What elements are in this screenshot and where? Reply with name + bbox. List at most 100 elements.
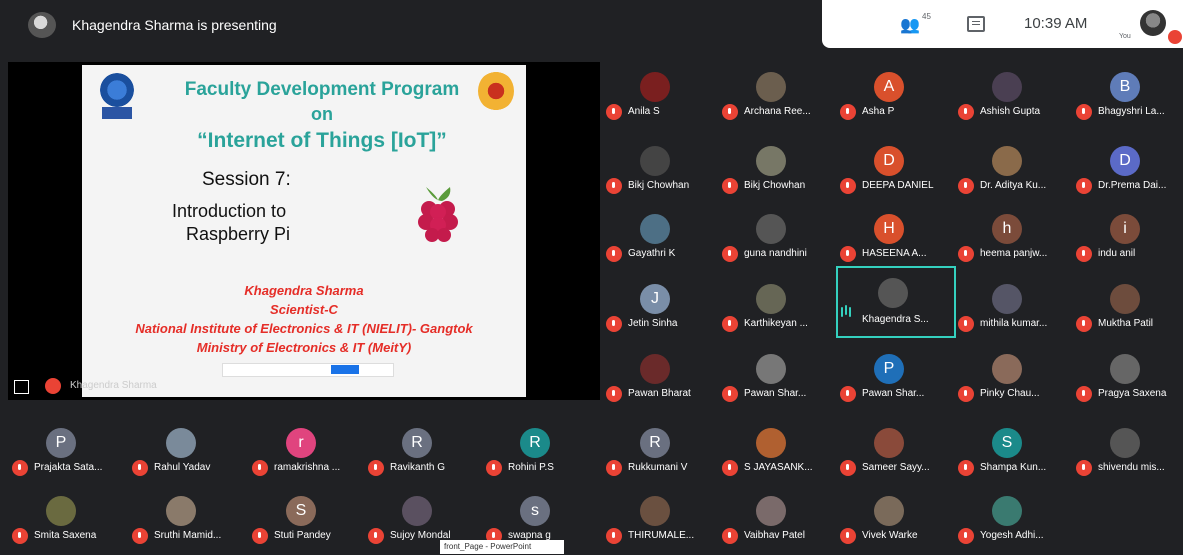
participant-tile[interactable]: Smita Saxena bbox=[10, 494, 120, 552]
participant-name: Anila S bbox=[628, 106, 660, 117]
participant-tile[interactable]: Anila S bbox=[604, 70, 714, 128]
mic-off-icon bbox=[722, 104, 738, 120]
mic-off-icon bbox=[840, 178, 856, 194]
participant-tile[interactable]: THIRUMALE... bbox=[604, 494, 714, 552]
slide-notification[interactable] bbox=[222, 363, 394, 377]
participant-name: Vaibhav Patel bbox=[744, 530, 805, 541]
participant-name: Sruthi Mamid... bbox=[154, 530, 222, 541]
participant-tile[interactable]: Rahul Yadav bbox=[130, 426, 240, 484]
present-icon[interactable] bbox=[14, 380, 29, 394]
participant-tile[interactable]: Khagendra S... bbox=[836, 266, 956, 338]
mic-off-icon bbox=[252, 460, 268, 476]
participant-tile[interactable]: S JAYASANK... bbox=[720, 426, 830, 484]
mic-off-icon bbox=[606, 460, 622, 476]
mic-off-icon bbox=[722, 178, 738, 194]
participant-tile[interactable]: J Jetin Sinha bbox=[604, 282, 714, 340]
mic-off-icon bbox=[722, 528, 738, 544]
mic-off-icon bbox=[958, 528, 974, 544]
participant-tile[interactable]: D DEEPA DANIEL bbox=[838, 144, 948, 202]
participant-name: Jetin Sinha bbox=[628, 318, 678, 329]
chat-icon[interactable] bbox=[967, 16, 985, 32]
participant-avatar bbox=[640, 72, 670, 102]
participant-tile[interactable]: shivendu mis... bbox=[1074, 426, 1183, 484]
participant-tile[interactable]: Karthikeyan ... bbox=[720, 282, 830, 340]
mic-off-icon bbox=[722, 316, 738, 332]
participant-tile[interactable]: R Ravikanth G bbox=[366, 426, 476, 484]
participant-tile[interactable]: R Rukkumani V bbox=[604, 426, 714, 484]
participant-tile[interactable]: Yogesh Adhi... bbox=[956, 494, 1066, 552]
participant-tile[interactable]: P Pawan Shar... bbox=[838, 352, 948, 410]
mic-off-icon bbox=[1076, 178, 1092, 194]
mic-off-icon bbox=[958, 460, 974, 476]
participant-tile[interactable]: H HASEENA A... bbox=[838, 212, 948, 270]
mic-off-icon bbox=[840, 246, 856, 262]
participant-avatar: H bbox=[874, 214, 904, 244]
participant-tile[interactable]: D Dr.Prema Dai... bbox=[1074, 144, 1183, 202]
participant-name: Vivek Warke bbox=[862, 530, 918, 541]
participant-tile[interactable]: P Prajakta Sata... bbox=[10, 426, 120, 484]
participant-avatar: P bbox=[874, 354, 904, 384]
mic-off-icon bbox=[606, 316, 622, 332]
participant-avatar: R bbox=[520, 428, 550, 458]
participant-avatar bbox=[640, 146, 670, 176]
participant-tile[interactable]: Gayathri K bbox=[604, 212, 714, 270]
participant-avatar bbox=[992, 496, 1022, 526]
participant-tile[interactable]: Pragya Saxena bbox=[1074, 352, 1183, 410]
taskbar-tag: front_Page - PowerPoint bbox=[440, 540, 564, 554]
participant-tile[interactable]: r ramakrishna ... bbox=[250, 426, 360, 484]
participant-name: Prajakta Sata... bbox=[34, 462, 103, 473]
participant-name: Gayathri K bbox=[628, 248, 676, 259]
participant-tile[interactable]: Archana Ree... bbox=[720, 70, 830, 128]
notification-button[interactable] bbox=[331, 365, 359, 374]
participant-tile[interactable]: Pawan Shar... bbox=[720, 352, 830, 410]
participant-avatar: B bbox=[1110, 72, 1140, 102]
mic-off-icon bbox=[958, 246, 974, 262]
meeting-controls: 👥 45 10:39 AM You bbox=[822, 0, 1183, 48]
participant-tile[interactable]: Muktha Patil bbox=[1074, 282, 1183, 340]
mic-off-icon bbox=[722, 386, 738, 402]
slide-title-line3: “Internet of Things [IoT]” bbox=[197, 129, 447, 152]
clock: 10:39 AM bbox=[1024, 15, 1088, 32]
participant-tile[interactable]: B Bhagyshri La... bbox=[1074, 70, 1183, 128]
participant-tile[interactable]: Bikj Chowhan bbox=[604, 144, 714, 202]
participant-tile[interactable]: Pawan Bharat bbox=[604, 352, 714, 410]
people-icon[interactable]: 👥 bbox=[900, 15, 922, 34]
participant-tile[interactable]: R Rohini P.S bbox=[484, 426, 594, 484]
participant-tile[interactable]: guna nandhini bbox=[720, 212, 830, 270]
mic-off-icon bbox=[606, 104, 622, 120]
participant-tile[interactable]: Vaibhav Patel bbox=[720, 494, 830, 552]
participant-tile[interactable]: A Asha P bbox=[838, 70, 948, 128]
participant-tile[interactable]: i indu anil bbox=[1074, 212, 1183, 270]
participant-name: Ashish Gupta bbox=[980, 106, 1041, 117]
participant-avatar bbox=[640, 214, 670, 244]
participant-tile[interactable]: h heema panjw... bbox=[956, 212, 1066, 270]
mic-off-icon bbox=[1076, 460, 1092, 476]
participant-avatar: R bbox=[640, 428, 670, 458]
participant-tile[interactable]: Vivek Warke bbox=[838, 494, 948, 552]
participant-avatar: J bbox=[640, 284, 670, 314]
mic-off-icon bbox=[606, 178, 622, 194]
participant-tile[interactable]: Bikj Chowhan bbox=[720, 144, 830, 202]
participant-tile[interactable]: mithila kumar... bbox=[956, 282, 1066, 340]
participant-tile[interactable]: Sameer Sayy... bbox=[838, 426, 948, 484]
intro-line1: Introduction to bbox=[172, 201, 287, 221]
participant-tile[interactable]: S Shampa Kun... bbox=[956, 426, 1066, 484]
participant-name: Pinky Chau... bbox=[980, 388, 1040, 399]
participant-tile[interactable]: Pinky Chau... bbox=[956, 352, 1066, 410]
participant-avatar: D bbox=[874, 146, 904, 176]
participant-avatar bbox=[992, 354, 1022, 384]
participant-avatar: h bbox=[992, 214, 1022, 244]
self-avatar[interactable] bbox=[1140, 10, 1166, 36]
presentation-stage[interactable]: Faculty Development Program on “Internet… bbox=[8, 62, 600, 400]
participant-name: Stuti Pandey bbox=[274, 530, 331, 541]
participant-tile[interactable]: Ashish Gupta bbox=[956, 70, 1066, 128]
participant-name: Rohini P.S bbox=[508, 462, 554, 473]
participant-tile[interactable]: Dr. Aditya Ku... bbox=[956, 144, 1066, 202]
mic-off-icon bbox=[132, 528, 148, 544]
mic-off-icon bbox=[840, 104, 856, 120]
participant-tile[interactable]: S Stuti Pandey bbox=[250, 494, 360, 552]
participant-tile[interactable]: Sruthi Mamid... bbox=[130, 494, 240, 552]
speaking-indicator-icon bbox=[840, 302, 856, 318]
participant-name: Pragya Saxena bbox=[1098, 388, 1167, 399]
mic-off-icon bbox=[1076, 316, 1092, 332]
